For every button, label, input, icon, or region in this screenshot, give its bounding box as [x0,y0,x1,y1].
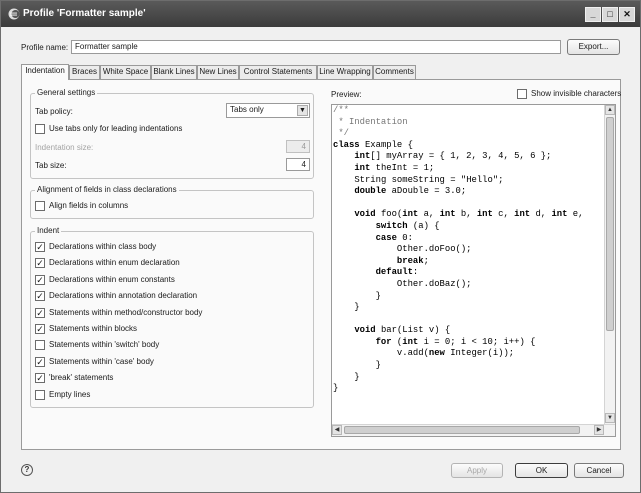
code-line: } [333,290,381,301]
code-line: Other.doBaz(); [396,278,472,289]
code-line: double aDouble = 3.0; [354,186,467,197]
maximize-button[interactable]: □ [602,7,618,22]
general-settings-group: General settings Tab policy: Tabs only ▼… [30,88,314,179]
general-settings-title: General settings [35,88,98,97]
indent-title: Indent [35,226,62,235]
horizontal-scroll-thumb[interactable] [344,426,580,434]
code-line: */ [333,128,349,139]
preview-code-area[interactable]: /** * Indentation */class Example { int[… [331,104,616,437]
indent-option-checkbox[interactable] [35,340,45,351]
tab-size-input[interactable]: 4 [286,158,310,171]
minimize-button[interactable]: _ [585,7,601,22]
tab-indentation[interactable]: Indentation [21,64,69,80]
leading-indent-checkbox[interactable] [35,124,45,134]
preview-label: Preview: [331,90,362,99]
export-button[interactable]: Export... [567,39,620,55]
code-line: } [333,383,339,394]
code-line: } [333,302,360,313]
profile-name-input[interactable]: Formatter sample [71,40,561,54]
align-fields-checkbox[interactable] [35,201,45,211]
code-line: /** [333,105,349,115]
indent-option-checkbox[interactable]: ✓ [35,324,45,334]
indent-option-checkbox[interactable]: ✓ [35,373,45,384]
chevron-down-icon: ▼ [297,105,308,116]
eclipse-icon [8,8,20,20]
code-preview: /** * Indentation */class Example { int[… [333,105,606,423]
dialog-window: Profile 'Formatter sample' _ □ ✕ Profile… [0,0,641,493]
indent-option-checkbox[interactable]: ✓ [35,274,45,285]
indentation-size-input: 4 [286,140,310,153]
code-line: } [333,371,360,382]
window-title: Profile 'Formatter sample' [23,8,146,19]
indent-option-checkbox[interactable]: ✓ [35,356,45,367]
code-line: break; [396,255,429,266]
show-invisible-checkbox[interactable] [517,89,527,99]
close-button[interactable]: ✕ [619,7,635,22]
horizontal-scrollbar[interactable]: ◀ ▶ [332,424,615,436]
indent-option-label: Statements within 'case' body [49,356,154,366]
code-line: Other.doFoo(); [396,244,472,255]
scroll-down-icon[interactable]: ▼ [605,413,615,423]
tab-braces[interactable]: Braces [69,65,100,79]
scroll-up-icon[interactable]: ▲ [605,105,615,115]
indentation-size-label: Indentation size: [35,143,94,152]
show-invisible-label: Show invisible characters [531,89,622,98]
apply-button[interactable]: Apply [451,463,503,478]
code-line: * Indentation [333,116,408,127]
indent-option-label: Empty lines [49,389,91,399]
code-line: void foo(int a, int b, int c, int d, int… [354,209,584,220]
indent-option-label: Declarations within annotation declarati… [49,291,198,301]
indent-option-label: Declarations within class body [49,242,157,251]
indent-group: Indent ✓ Declarations within class body ✓ D… [30,226,314,408]
code-line: void bar(List v) { [354,325,451,336]
indent-option-label: Declarations within enum constants [49,274,175,284]
code-line: switch (a) { [375,220,440,231]
tab-policy-label: Tab policy: [35,107,73,116]
scroll-right-icon[interactable]: ▶ [594,425,604,435]
indent-option-label: Declarations within enum declaration [49,258,180,268]
tab-new-lines[interactable]: New Lines [197,65,239,79]
indent-option-checkbox[interactable]: ✓ [35,291,45,302]
code-line: int theInt = 1; [354,162,435,173]
vertical-scroll-thumb[interactable] [606,117,614,331]
indent-option-label: Statements within blocks [49,324,138,333]
code-line: case 0: [375,232,413,243]
tab-white-space[interactable]: White Space [100,65,151,79]
indent-option-checkbox[interactable]: ✓ [35,258,45,269]
alignment-title: Alignment of fields in class declaration… [35,185,179,194]
tab-size-label: Tab size: [35,161,67,170]
title-bar[interactable]: Profile 'Formatter sample' _ □ ✕ [1,1,640,27]
indent-option-checkbox[interactable] [35,389,45,400]
indent-option-label: 'break' statements [49,373,114,383]
leading-indent-label: Use tabs only for leading indentations [49,124,183,133]
indent-option-checkbox[interactable]: ✓ [35,242,45,252]
code-line: int[] myArray = { 1, 2, 3, 4, 5, 6 }; [354,151,552,162]
tab-blank-lines[interactable]: Blank Lines [151,65,197,79]
ok-button[interactable]: OK [515,463,568,478]
code-line: class Example { [333,139,413,150]
scroll-left-icon[interactable]: ◀ [332,425,342,435]
tab-policy-select[interactable]: Tabs only ▼ [226,103,310,118]
code-line: } [333,360,381,371]
code-line: default: [375,267,419,278]
indent-option-checkbox[interactable]: ✓ [35,307,45,318]
tab-comments[interactable]: Comments [373,65,416,79]
help-icon[interactable]: ? [21,464,33,476]
code-line: for (int i = 0; i < 10; i++) { [375,336,536,347]
tab-control-statements[interactable]: Control Statements [239,65,317,79]
tab-policy-value: Tabs only [230,105,264,114]
alignment-group: Alignment of fields in class declaration… [30,185,314,219]
tab-line-wrapping[interactable]: Line Wrapping [317,65,373,79]
code-line: String someString = "Hello"; [354,174,504,185]
indent-option-label: Statements within 'switch' body [49,340,160,350]
cancel-button[interactable]: Cancel [574,463,624,478]
code-line: v.add(new Integer(i)); [396,348,515,359]
vertical-scrollbar[interactable]: ▲ ▼ [604,105,615,425]
profile-name-label: Profile name: [21,43,69,52]
align-fields-label: Align fields in columns [49,201,129,210]
indent-option-label: Statements within method/constructor bod… [49,307,203,317]
